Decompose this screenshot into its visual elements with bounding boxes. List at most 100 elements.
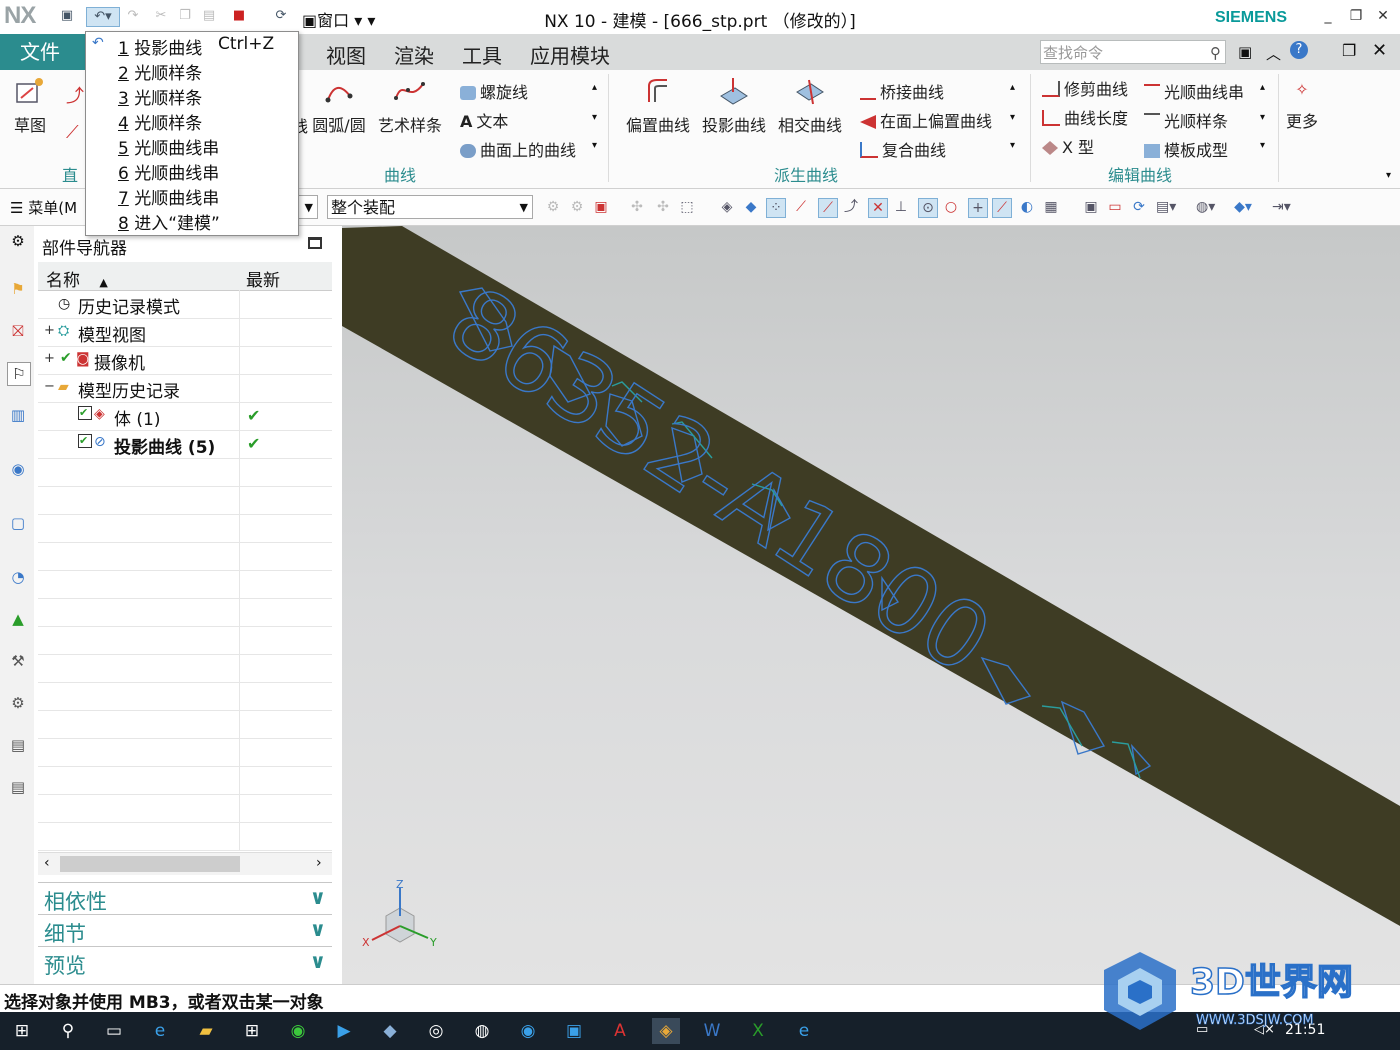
bounded-grid-icon[interactable]: ▦ — [1042, 198, 1060, 216]
edge-icon[interactable]: e — [146, 1018, 174, 1044]
undo-item[interactable]: 4 光顺样条 — [118, 109, 202, 134]
bridge-dropdown-icon[interactable]: ▴ — [1010, 82, 1015, 93]
app-icon[interactable]: ◆ — [376, 1018, 404, 1044]
roles-icon[interactable]: ▤ — [7, 734, 29, 756]
start-icon[interactable]: ⊞ — [8, 1018, 36, 1044]
undo-item[interactable]: 6 光顺曲线串 — [118, 159, 219, 184]
ie-icon[interactable]: e — [790, 1018, 818, 1044]
word-icon[interactable]: W — [698, 1018, 726, 1044]
media-icon[interactable]: ▶ — [330, 1018, 358, 1044]
maximize-icon[interactable] — [308, 237, 322, 249]
x-form-button[interactable]: X 型 — [1042, 134, 1094, 158]
edit-down-icon[interactable]: ▾ — [1260, 140, 1265, 151]
helix-dropdown-icon[interactable]: ▴ — [592, 82, 597, 93]
midpoint-icon[interactable]: ⟋ — [818, 198, 838, 218]
minimize-icon[interactable]: _ — [1317, 8, 1339, 28]
qq-icon[interactable]: ◍ — [468, 1018, 496, 1044]
photoshop-icon[interactable]: ▣ — [560, 1018, 588, 1044]
rect-select-icon[interactable]: ⬚ — [678, 198, 696, 216]
visibility-checkbox[interactable]: ✔ — [78, 434, 92, 448]
autocad-icon[interactable]: A — [606, 1018, 634, 1044]
command-search-input[interactable]: 查找命令 ⚲ — [1040, 40, 1226, 64]
arc-center-icon[interactable]: ⊙ — [918, 198, 938, 218]
face-select-icon[interactable]: ◆ — [742, 198, 760, 216]
manufacturing-wizard-icon[interactable]: ⚙ — [7, 692, 29, 714]
search-icon[interactable]: ⚲ — [1210, 41, 1221, 65]
system-materials-icon[interactable]: ▲ — [7, 608, 29, 630]
collapse-ribbon-icon[interactable]: ︿ — [1266, 43, 1281, 64]
intersection-icon[interactable]: ✕ — [868, 198, 888, 218]
expand-icon[interactable]: + — [44, 323, 55, 338]
fit-icon[interactable]: ▣ — [1082, 198, 1100, 216]
part-close-icon[interactable]: ✕ — [1372, 40, 1387, 61]
snap-icon[interactable]: ✣ — [628, 198, 646, 216]
trim-curve-button[interactable]: 修剪曲线 — [1042, 76, 1128, 100]
zoom-icon[interactable]: ▭ — [1106, 198, 1124, 216]
reuse-library-icon[interactable]: ▥ — [7, 404, 29, 426]
show-hide-icon[interactable]: ⇥▾ — [1272, 198, 1291, 216]
curve-on-surface-button[interactable]: 曲面上的曲线 — [460, 137, 576, 161]
history-icon[interactable]: ▢ — [7, 512, 29, 534]
rotate-icon[interactable]: ⟳ — [1130, 198, 1148, 216]
tab-tools[interactable]: 工具 — [462, 40, 502, 69]
curve-surface-dropdown-icon[interactable]: ▾ — [592, 140, 597, 151]
line-2-icon[interactable]: ⟋ — [66, 122, 79, 143]
snap-2-icon[interactable]: ✣ — [654, 198, 672, 216]
visibility-checkbox[interactable]: ✔ — [78, 406, 92, 420]
window-restore-icon[interactable]: ❐ — [1342, 41, 1356, 60]
process-studio-icon[interactable]: ⚒ — [7, 650, 29, 672]
tab-render[interactable]: 渲染 — [394, 40, 434, 69]
ribbon-expand-icon[interactable]: ▾ — [1386, 170, 1391, 181]
selection-scope-dropdown[interactable]: 整个装配 ▼ — [327, 195, 533, 219]
helix-button[interactable]: 螺旋线 — [460, 79, 528, 103]
edit-section-icon[interactable]: ◆▾ — [1234, 198, 1252, 216]
ribbon-options-icon[interactable]: ▣ — [1238, 43, 1252, 61]
undo-item[interactable]: 3 光顺样条 — [118, 84, 202, 109]
excel-icon[interactable]: X — [744, 1018, 772, 1044]
text-dropdown-icon[interactable]: ▾ — [592, 112, 597, 123]
filter-2-icon[interactable]: ⚙ — [568, 198, 586, 216]
filter-icon[interactable]: ⚙ — [544, 198, 562, 216]
engraved-text[interactable]: 86352-A1800 — [429, 266, 1009, 695]
collapse-icon[interactable]: − — [44, 379, 55, 394]
expand-icon[interactable]: + — [44, 351, 55, 366]
quadrant-icon[interactable]: ○ — [942, 198, 960, 216]
details-panel[interactable]: 细节 ∨ — [38, 914, 332, 946]
close-icon[interactable]: ✕ — [1372, 8, 1394, 28]
help-icon[interactable]: ? — [1290, 41, 1308, 59]
composite-dropdown-icon[interactable]: ▾ — [1010, 140, 1015, 151]
column-name-header[interactable]: 名称 ▲ — [46, 266, 108, 291]
endpoint-icon[interactable]: ⟋ — [792, 198, 810, 216]
restore-icon[interactable]: ❐ — [1345, 8, 1367, 28]
undo-item[interactable]: 8 进入“建模” — [118, 209, 220, 234]
smooth-curve-string-button[interactable]: 光顺曲线串 — [1144, 79, 1244, 103]
undo-item[interactable]: 5 光顺曲线串 — [118, 134, 219, 159]
clock-icon[interactable]: ◔ — [7, 566, 29, 588]
render-style-icon[interactable]: ◍▾ — [1196, 198, 1215, 216]
curve-point-icon[interactable]: ⤴ — [842, 198, 860, 216]
settings-icon[interactable]: ⚙ — [7, 230, 29, 252]
arc-circle-button[interactable]: 圆弧/圆 — [308, 76, 370, 136]
select-all-icon[interactable]: ▣ — [592, 198, 610, 216]
part-navigator-icon[interactable]: ⚐ — [7, 362, 31, 386]
nx-taskbar-icon[interactable]: ◈ — [652, 1018, 680, 1044]
system-scene-icon[interactable]: ▤ — [7, 776, 29, 798]
curve-length-button[interactable]: 曲线长度 — [1042, 105, 1128, 129]
app-2-icon[interactable]: ◎ — [422, 1018, 450, 1044]
model-view[interactable]: 86352-A1800 Z X Y — [342, 226, 1400, 984]
orient-view-icon[interactable]: ▤▾ — [1156, 198, 1176, 216]
web-browser-icon[interactable]: ◉ — [7, 458, 29, 480]
edit-up-icon[interactable]: ▴ — [1260, 82, 1265, 93]
menu-button[interactable]: ☰ 菜单(M — [10, 197, 77, 218]
undo-item[interactable]: 2 光顺样条 — [118, 59, 202, 84]
taskbar-search-icon[interactable]: ⚲ — [54, 1018, 82, 1044]
scroll-left-icon[interactable]: ‹ — [44, 855, 50, 871]
file-menu[interactable]: 文件(F) — [0, 34, 86, 100]
constraint-navigator-icon[interactable]: ⛝ — [7, 320, 29, 342]
graphics-window[interactable]: 86352-A1800 Z X Y — [342, 226, 1400, 984]
column-latest-header[interactable]: 最新 — [246, 266, 280, 291]
more-button[interactable]: ✧ 更多 — [1282, 80, 1322, 132]
browser-icon[interactable]: ◉ — [514, 1018, 542, 1044]
text-button[interactable]: A 文本 — [460, 108, 508, 132]
project-curve-button[interactable]: 投影曲线 — [698, 76, 770, 136]
